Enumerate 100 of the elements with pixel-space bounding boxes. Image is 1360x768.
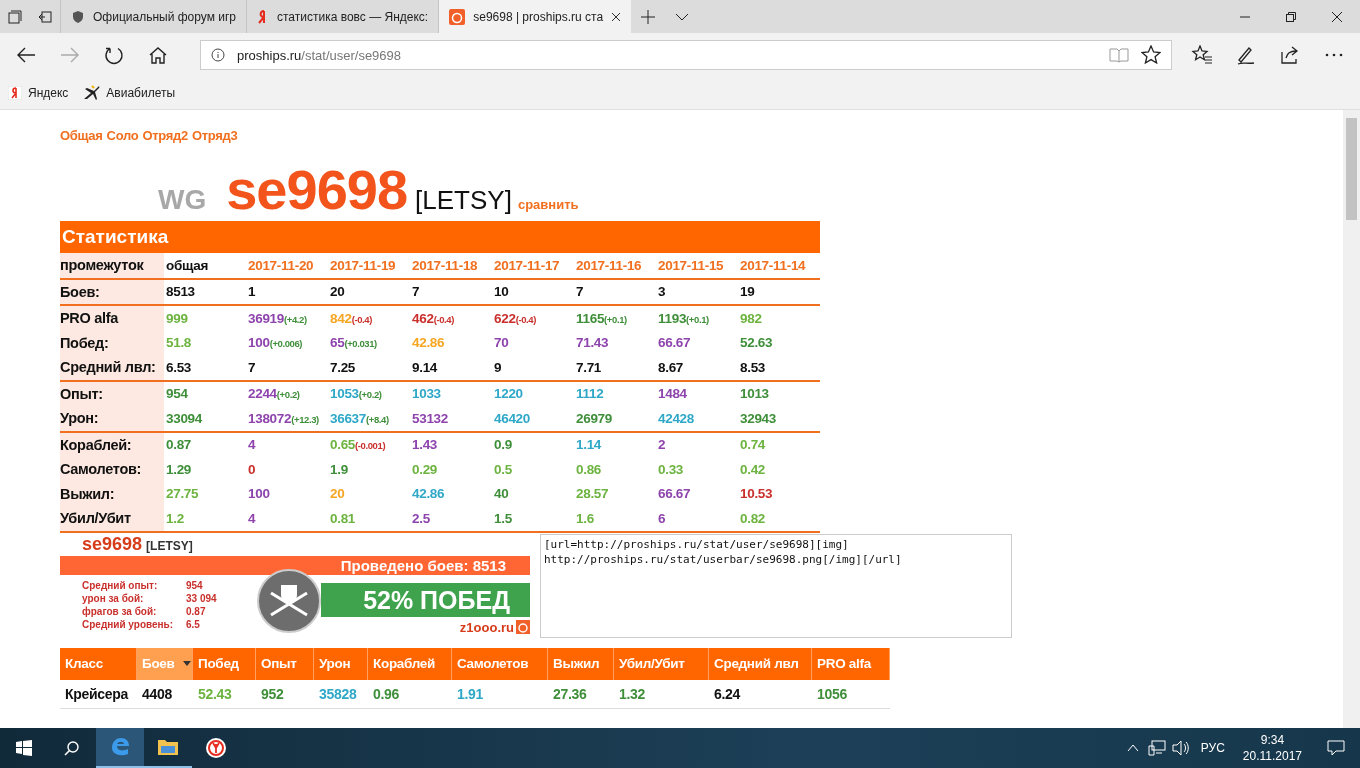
table-cell-text: 36637(+8.4) xyxy=(329,410,390,426)
player-name: se9698 xyxy=(226,157,408,222)
mode-link[interactable]: Отряд3 xyxy=(191,128,238,143)
row-label: Урон: xyxy=(60,406,164,431)
table-cell-text: 0.5 xyxy=(493,461,513,477)
table-cell-text: 42.86 xyxy=(411,486,446,502)
table-cell-text: 1112 xyxy=(575,386,605,402)
table-cell-text: 0.29 xyxy=(411,461,439,477)
table-cell-text: 2.5 xyxy=(411,510,431,526)
table-cell-text: 8.53 xyxy=(739,359,767,375)
table-cell-text: 622(-0.4) xyxy=(493,310,537,326)
yandex-icon xyxy=(8,86,22,100)
table-cell-text: 1.29 xyxy=(165,461,193,477)
table-cell-text: 1.32 xyxy=(618,685,647,702)
edge-icon[interactable] xyxy=(96,728,144,768)
column-header: общая xyxy=(165,257,210,273)
bookmark-link[interactable]: Яндекс xyxy=(8,86,69,100)
table-cell-text: 8513 xyxy=(165,284,196,300)
table-cell-text: 7 xyxy=(247,359,257,375)
table-cell-text: 36919(+4.2) xyxy=(247,310,308,326)
table-cell-text: 7.71 xyxy=(575,359,603,375)
scrollbar-thumb[interactable] xyxy=(1346,118,1357,220)
table-cell-text: 6.24 xyxy=(713,685,742,702)
language-indicator[interactable]: РУС xyxy=(1192,728,1233,768)
table-cell-text: 0.82 xyxy=(739,510,767,526)
table-cell-text: 1.14 xyxy=(575,437,603,453)
close-icon[interactable] xyxy=(611,11,622,22)
table-cell-text: 27.36 xyxy=(552,685,588,702)
column-header[interactable]: PRO alfa xyxy=(812,647,890,680)
row-label: промежуток xyxy=(60,253,164,278)
column-header[interactable]: Побед xyxy=(193,647,256,680)
table-cell-text: 1033 xyxy=(411,386,442,402)
site-label: z1ooo.ru xyxy=(459,619,514,635)
column-header[interactable]: Убил/Убит xyxy=(614,647,709,680)
column-header[interactable]: Опыт xyxy=(256,647,314,680)
row-label: Боев: xyxy=(60,279,164,304)
star-icon[interactable] xyxy=(1141,45,1161,65)
row-label: Убил/Убит xyxy=(60,506,164,531)
table-cell-text: 999 xyxy=(165,310,189,326)
table-cell-text: 1.9 xyxy=(329,461,349,477)
table-cell-text: 42428 xyxy=(657,410,696,426)
table-cell-text: 952 xyxy=(260,685,285,702)
table-cell-text: 28.57 xyxy=(575,486,610,502)
table-cell-text: 1484 xyxy=(657,386,688,402)
table-cell-text: 27.75 xyxy=(165,486,200,502)
table-cell-text: 2 xyxy=(657,437,667,453)
stat-value: 6.5 xyxy=(186,617,200,631)
bookmark-link[interactable]: Авиабилеты xyxy=(82,85,176,101)
table-cell-text: 2244(+0.2) xyxy=(247,386,301,402)
table-cell-text: 66.67 xyxy=(657,486,692,502)
wins-bar: 52% ПОБЕД xyxy=(321,582,530,617)
table-cell-text: 0.87 xyxy=(165,437,193,453)
plane-icon xyxy=(82,85,101,101)
compare-link[interactable]: сравнить xyxy=(517,197,579,212)
table-cell-text: 71.43 xyxy=(575,335,610,351)
table-cell-text: 10 xyxy=(493,284,510,300)
column-header[interactable]: Боев xyxy=(137,647,193,680)
table-cell-text: 1013 xyxy=(739,386,770,402)
column-header[interactable]: Урон xyxy=(314,647,368,680)
mode-link[interactable]: Общая xyxy=(60,128,103,143)
address-field[interactable]: proships.ru/stat/user/se9698 xyxy=(200,40,1172,70)
table-cell-text: 7 xyxy=(575,284,585,300)
table-cell-text: 0.81 xyxy=(329,510,357,526)
table-cell-text: 40 xyxy=(493,486,510,502)
table-cell-text: 6 xyxy=(657,510,667,526)
column-header: 2017-11-14 xyxy=(739,257,807,273)
mode-link[interactable]: Соло xyxy=(106,128,139,143)
table-cell-text: 0.65(-0.001) xyxy=(329,437,387,453)
browser-tab[interactable]: se9698 | proships.ru ста xyxy=(438,0,632,33)
table-cell-text: 42.86 xyxy=(411,335,446,351)
row-label: Побед: xyxy=(60,330,164,355)
table-cell-text: 0.33 xyxy=(657,461,685,477)
clock-time[interactable]: 9:34 xyxy=(1260,732,1285,748)
table-cell-text: 8.67 xyxy=(657,359,685,375)
table-cell-text: 0 xyxy=(247,461,257,477)
column-header: 2017-11-16 xyxy=(575,257,643,273)
table-cell-text: 1220 xyxy=(493,386,524,402)
column-header[interactable]: Самолетов xyxy=(452,647,548,680)
row-label: Кораблей: xyxy=(60,432,164,457)
site-icon xyxy=(449,8,466,25)
row-label: PRO alfa xyxy=(60,306,164,331)
table-cell-text: 1.5 xyxy=(493,510,513,526)
bbcode-field[interactable]: [url=http://proships.ru/stat/user/se9698][img] http://proships.ru/stat/userbar/se9698.png[/img][/url] xyxy=(540,533,1012,638)
table-cell-text: 1.2 xyxy=(165,510,185,526)
shield-icon xyxy=(71,9,85,24)
mode-link[interactable]: Отряд2 xyxy=(142,128,188,143)
column-header[interactable]: Выжил xyxy=(548,647,614,680)
table-cell-text: 65(+0.031) xyxy=(329,335,378,351)
column-header[interactable]: Средний лвл xyxy=(709,647,812,680)
row-label: Средний лвл: xyxy=(60,355,164,380)
table-cell-text: 0.86 xyxy=(575,461,603,477)
table-cell-text: 138072(+12.3) xyxy=(247,410,320,426)
clock-date[interactable]: 20.11.2017 xyxy=(1242,748,1302,764)
table-cell-text: 20 xyxy=(329,486,346,502)
stat-value: 0.87 xyxy=(186,604,206,618)
table-cell-text: 954 xyxy=(165,386,189,402)
column-header[interactable]: Кораблей xyxy=(368,647,452,680)
table-cell-text: 7.25 xyxy=(329,359,357,375)
column-header: 2017-11-17 xyxy=(493,257,561,273)
table-cell-text: 6.53 xyxy=(165,359,193,375)
